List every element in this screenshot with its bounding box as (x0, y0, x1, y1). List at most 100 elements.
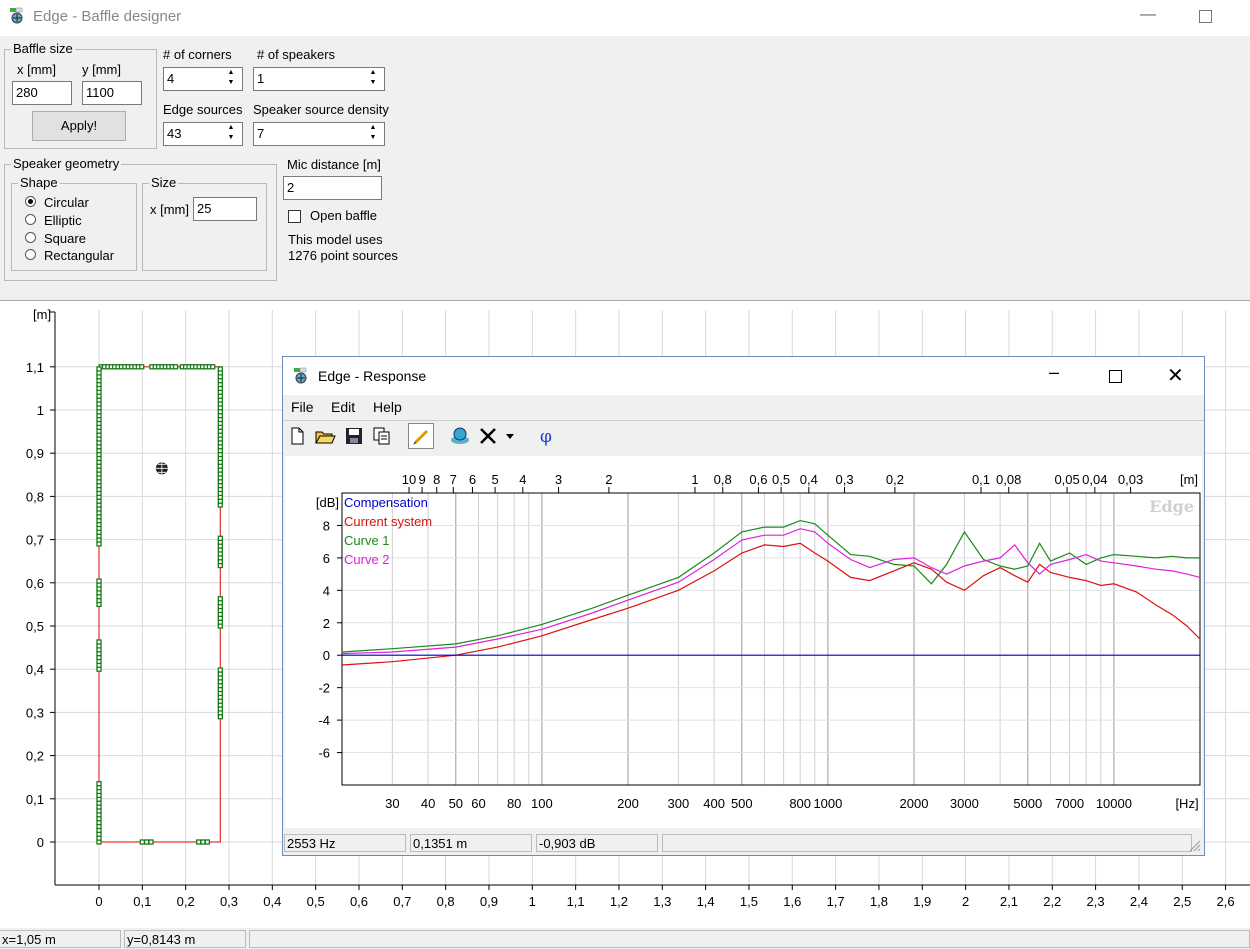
x-tick-label: 300 (668, 796, 690, 811)
top-axis-tick-label: 0,5 (772, 472, 790, 487)
baffle-y-tick: 0,2 (26, 749, 44, 764)
edge-source-point (217, 667, 223, 673)
x-tick-label: 800 (789, 796, 811, 811)
response-maximize-icon[interactable] (1109, 370, 1122, 383)
y-tick-label: -4 (318, 713, 330, 728)
shape-elliptic-radio[interactable] (25, 214, 36, 225)
open-icon[interactable] (313, 424, 337, 448)
top-axis-tick-label: 0,08 (996, 472, 1021, 487)
shape-rectangular-radio[interactable] (25, 249, 36, 260)
dropdown-arrow-icon[interactable] (503, 424, 517, 448)
edge-sources-spinner[interactable]: ▲ ▼ (221, 123, 241, 145)
x-tick-label: 500 (731, 796, 753, 811)
response-title-bar: Edge - Response – ✕ (283, 357, 1204, 395)
top-axis-tick-label: 9 (418, 472, 425, 487)
baffle-x-tick: 0,4 (263, 894, 281, 909)
delete-icon[interactable] (476, 424, 500, 448)
menu-edit[interactable]: Edit (331, 399, 355, 415)
baffle-y-tick: 1,1 (26, 360, 44, 375)
x-tick-label: 7000 (1055, 796, 1084, 811)
baffle-x-tick: 0,2 (177, 894, 195, 909)
status-bar: x=1,05 m y=0,8143 m (0, 928, 1250, 949)
mic-distance-input[interactable]: 2 (283, 176, 382, 200)
speaker-density-value: 7 (257, 126, 265, 141)
baffle-x-tick: 0 (95, 894, 102, 909)
status-x: x=1,05 m (0, 930, 121, 948)
edge-source-point (96, 366, 102, 372)
top-axis-tick-label: 0,6 (749, 472, 767, 487)
baffle-x-tick: 2,2 (1043, 894, 1061, 909)
new-icon[interactable] (285, 424, 309, 448)
main-title-bar: Edge - Baffle designer — (0, 0, 1250, 36)
response-chart[interactable]: 86420-2-4-630 40 50 60 80 100 200 300 400 500 800 1… (285, 456, 1202, 828)
baffle-y-input[interactable]: 1100 (82, 81, 142, 105)
shape-circular-radio[interactable] (25, 196, 36, 207)
baffle-x-tick: 2,3 (1087, 894, 1105, 909)
y-tick-label: -6 (318, 746, 330, 761)
speakers-spinner[interactable]: ▲ ▼ (363, 68, 383, 90)
top-axis-unit: [m] (1180, 472, 1198, 487)
speakers-input[interactable]: 1 ▲ ▼ (253, 67, 385, 91)
save-icon[interactable] (342, 424, 366, 448)
x-tick-label: 1000 (813, 796, 842, 811)
shape-elliptic-label: Elliptic (44, 213, 82, 228)
copy-icon[interactable] (370, 424, 394, 448)
response-close-icon[interactable]: ✕ (1167, 363, 1184, 388)
size-x-input[interactable]: 25 (193, 197, 257, 221)
response-minimize-icon[interactable]: – (1049, 362, 1059, 383)
x-tick-label: 10000 (1096, 796, 1132, 811)
menu-file[interactable]: File (291, 399, 314, 415)
top-axis-tick-label: 8 (433, 472, 440, 487)
top-axis-tick-label: 7 (450, 472, 457, 487)
top-axis-tick-label: 0,2 (886, 472, 904, 487)
baffle-y-tick: 0,3 (26, 705, 44, 720)
baffle-x-tick: 0,6 (350, 894, 368, 909)
top-axis-tick-label: 0,1 (972, 472, 990, 487)
baffle-y-tick: 0,1 (26, 792, 44, 807)
response-window[interactable]: Edge - Response – ✕ File Edit Help φ 8 6 4… (282, 356, 1205, 856)
x-tick-label: 3000 (950, 796, 979, 811)
open-baffle-checkbox[interactable] (288, 210, 301, 223)
model-info-line2: 1276 point sources (288, 248, 398, 263)
response-app-icon (294, 367, 307, 384)
edge-source-point (139, 364, 145, 370)
minimize-icon[interactable]: — (1140, 6, 1156, 24)
corners-input[interactable]: 4 ▲ ▼ (163, 67, 243, 91)
edge-source-point (96, 781, 102, 787)
baffle-x-tick: 1,6 (783, 894, 801, 909)
baffle-x-tick: 1,2 (610, 894, 628, 909)
shape-square-radio[interactable] (25, 232, 36, 243)
resize-grip-icon[interactable] (1189, 840, 1201, 852)
edge-source-point (204, 839, 210, 845)
speaker-density-input[interactable]: 7 ▲ ▼ (253, 122, 385, 146)
baffle-x-tick: 1,3 (653, 894, 671, 909)
y-tick-label: 8 (323, 518, 330, 533)
apply-button[interactable]: Apply! (32, 111, 126, 141)
baffle-x-input[interactable]: 280 (12, 81, 72, 105)
edge-sources-value: 43 (167, 126, 182, 141)
top-axis-tick-label: 0,8 (714, 472, 732, 487)
model-info-line1: This model uses (288, 232, 383, 247)
baffle-x-tick: 2,6 (1217, 894, 1235, 909)
corners-label: # of corners (163, 47, 232, 62)
phase-icon[interactable]: φ (534, 424, 558, 448)
edge-sources-input[interactable]: 43 ▲ ▼ (163, 122, 243, 146)
speaker-icon[interactable] (448, 424, 472, 448)
baffle-y-tick: 1 (37, 403, 44, 418)
edge-source-point (96, 639, 102, 645)
pen-button[interactable] (408, 423, 434, 449)
maximize-icon[interactable] (1199, 10, 1212, 23)
speakers-label: # of speakers (257, 47, 336, 62)
baffle-x-tick: 2 (962, 894, 969, 909)
status-frequency: 2553 Hz (284, 834, 406, 852)
speaker-geometry-caption: Speaker geometry (11, 156, 122, 171)
corners-spinner[interactable]: ▲ ▼ (221, 68, 241, 90)
speakers-value: 1 (257, 71, 265, 86)
x-axis-unit: [Hz] (1175, 796, 1198, 811)
mic-distance-label: Mic distance [m] (287, 157, 381, 172)
baffle-x-tick: 1,8 (870, 894, 888, 909)
menu-help[interactable]: Help (373, 399, 402, 415)
baffle-y-tick: 0,5 (26, 619, 44, 634)
speaker-density-spinner[interactable]: ▲ ▼ (363, 123, 383, 145)
baffle-x-label: x [mm] (17, 62, 56, 77)
